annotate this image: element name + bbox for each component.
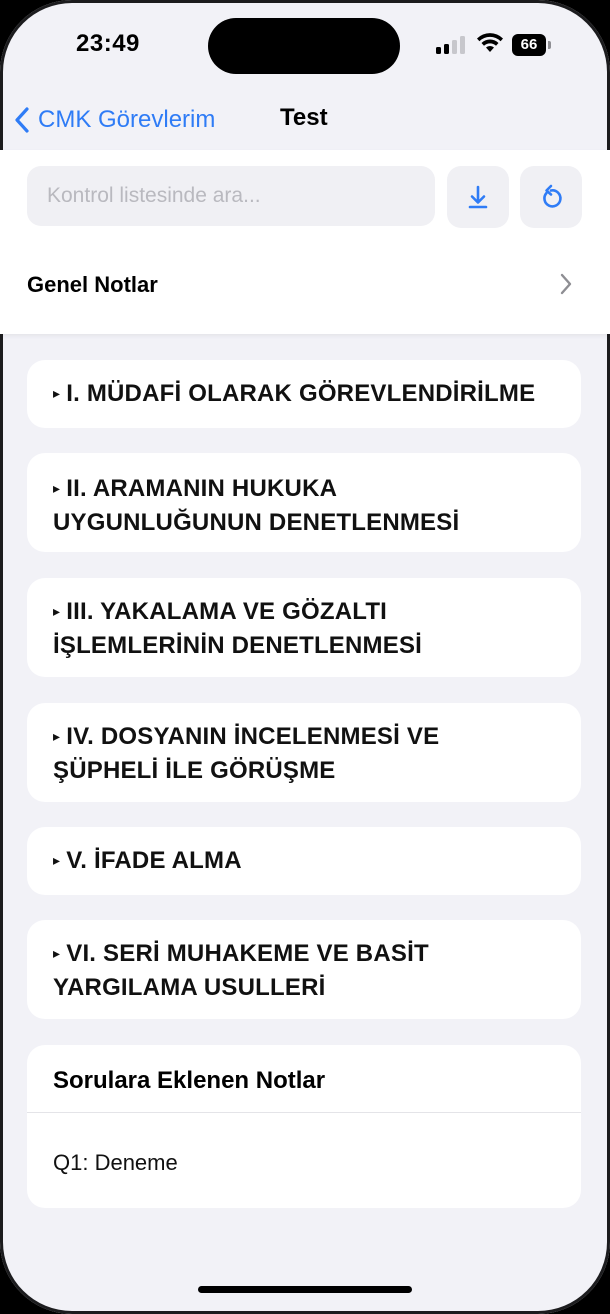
question-notes-title: Sorulara Eklenen Notlar	[53, 1067, 326, 1094]
general-notes-label: Genel Notlar	[27, 272, 158, 297]
question-notes-card: Sorulara Eklenen Notlar Q1: Deneme	[27, 1045, 581, 1208]
section-title: ▸ I. MÜDAFİ OLARAK GÖREVLENDİRİLME	[53, 380, 536, 407]
navigation-bar: CMK Görevlerim Test	[0, 90, 610, 150]
cellular-signal-icon	[436, 36, 466, 54]
chevron-right-icon	[560, 273, 572, 295]
triangle-right-icon: ▸	[53, 385, 61, 401]
search-input[interactable]: Kontrol listesinde ara...	[27, 166, 435, 226]
section-card-1[interactable]: ▸ I. MÜDAFİ OLARAK GÖREVLENDİRİLME	[27, 360, 581, 428]
battery-level: 66	[520, 36, 538, 53]
header-panel: Kontrol listesinde ara... Genel Notlar	[0, 150, 610, 334]
section-card-4[interactable]: ▸ IV. DOSYANIN İNCELENMESİ VE ŞÜPHELİ İLE…	[27, 703, 581, 802]
triangle-right-icon: ▸	[53, 728, 61, 744]
status-bar: 23:49 66	[0, 0, 610, 90]
battery-icon: 66	[512, 34, 552, 56]
section-title: ▸ II. ARAMANIN HUKUKA UYGUNLUĞUNUN DENETL…	[53, 475, 460, 536]
section-card-6[interactable]: ▸ VI. SERİ MUHAKEME VE BASİT YARGILAMA US…	[27, 920, 581, 1019]
triangle-right-icon: ▸	[53, 480, 61, 496]
triangle-right-icon: ▸	[53, 852, 61, 868]
chevron-left-icon	[15, 107, 29, 133]
download-button[interactable]	[447, 166, 509, 228]
note-item[interactable]: Q1: Deneme	[53, 1150, 178, 1176]
section-title: ▸ VI. SERİ MUHAKEME VE BASİT YARGILAMA US…	[53, 940, 429, 1001]
home-indicator[interactable]	[198, 1286, 412, 1293]
section-card-3[interactable]: ▸ III. YAKALAMA VE GÖZALTI İŞLEMLERİNİN D…	[27, 578, 581, 677]
section-title: ▸ IV. DOSYANIN İNCELENMESİ VE ŞÜPHELİ İLE…	[53, 723, 440, 784]
wifi-icon	[477, 33, 503, 52]
search-placeholder: Kontrol listesinde ara...	[47, 184, 261, 207]
phone-screen: 23:49 66 CMK Görevlerim Test Kontrol lis…	[0, 0, 610, 1314]
back-button[interactable]: CMK Görevlerim	[14, 100, 215, 140]
back-button-label: CMK Görevlerim	[38, 106, 216, 133]
section-card-2[interactable]: ▸ II. ARAMANIN HUKUKA UYGUNLUĞUNUN DENETL…	[27, 453, 581, 552]
download-icon	[468, 185, 488, 209]
section-title: ▸ III. YAKALAMA VE GÖZALTI İŞLEMLERİNİN D…	[53, 598, 423, 659]
general-notes-row[interactable]: Genel Notlar	[0, 252, 610, 316]
triangle-right-icon: ▸	[53, 945, 61, 961]
refresh-icon	[543, 184, 562, 208]
page-title: Test	[280, 104, 328, 131]
triangle-right-icon: ▸	[53, 603, 61, 619]
dynamic-island	[208, 18, 400, 74]
status-time: 23:49	[76, 30, 140, 57]
divider	[27, 1112, 581, 1113]
section-title: ▸ V. İFADE ALMA	[53, 847, 242, 874]
refresh-button[interactable]	[520, 166, 582, 228]
section-card-5[interactable]: ▸ V. İFADE ALMA	[27, 827, 581, 895]
